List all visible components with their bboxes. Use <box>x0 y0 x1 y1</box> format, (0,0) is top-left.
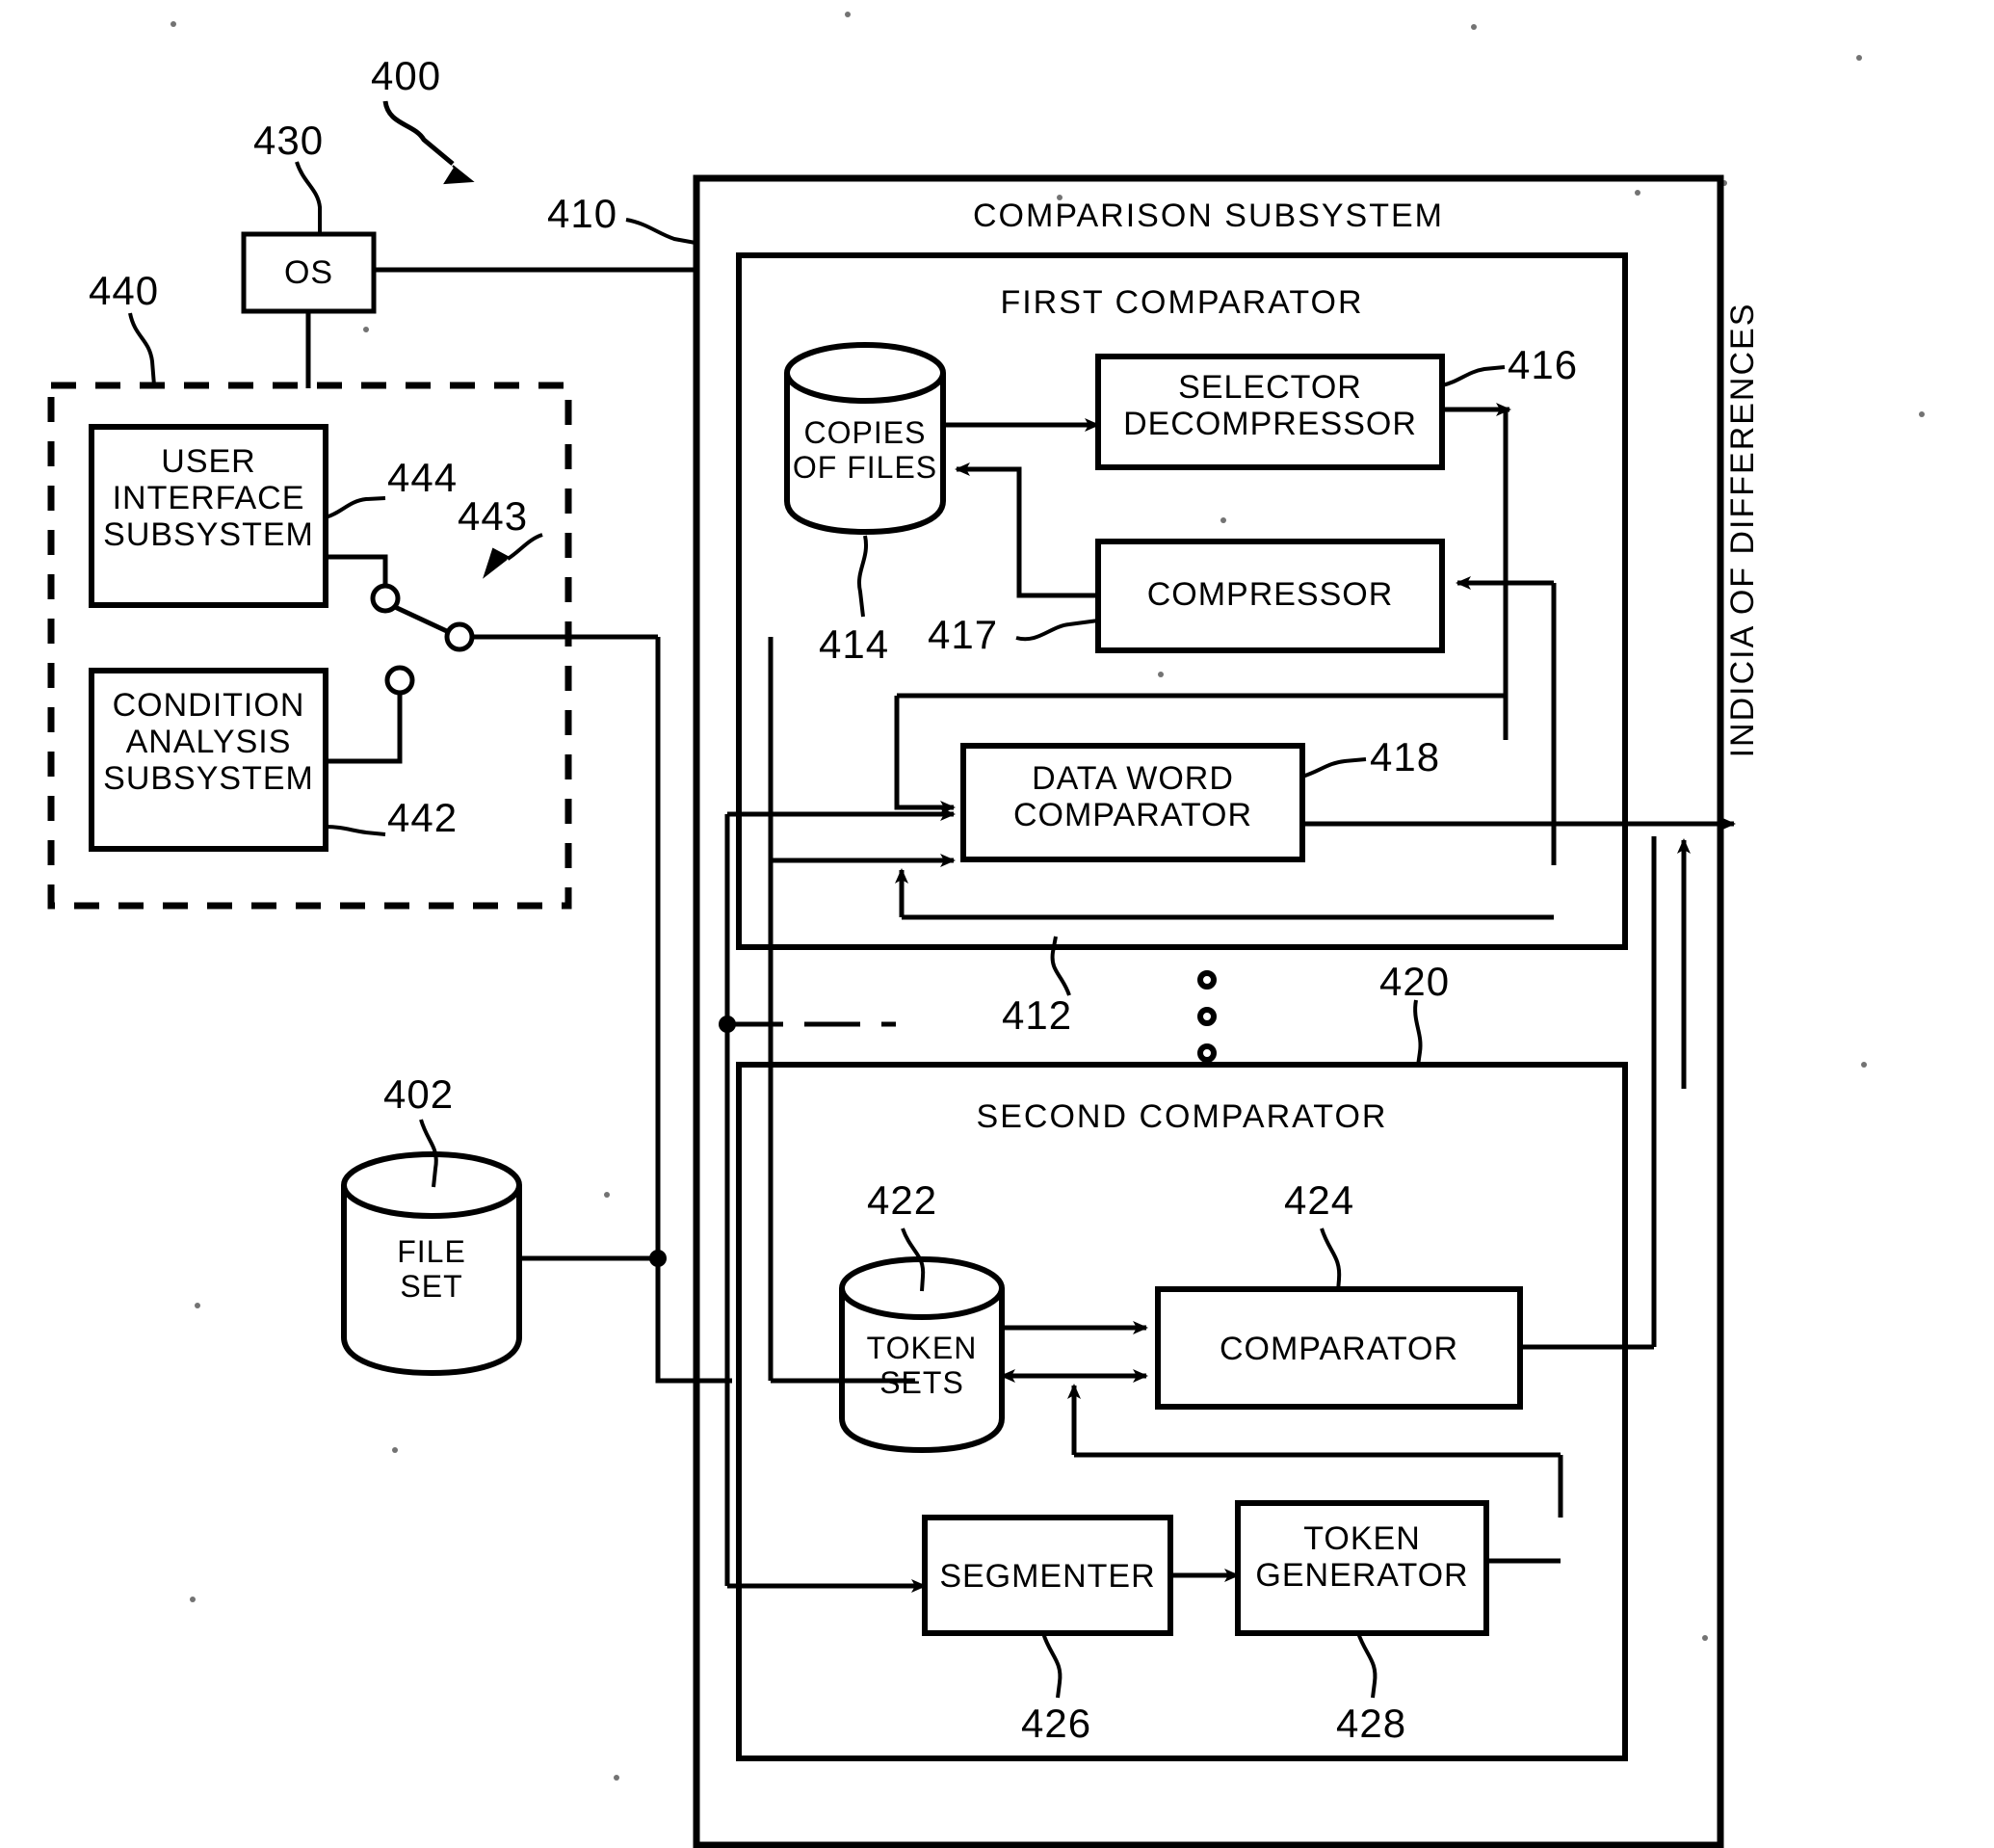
compressor-label: COMPRESSOR <box>1146 576 1394 613</box>
ref-417: 417 <box>928 612 999 657</box>
ref-426: 426 <box>1021 1701 1092 1746</box>
ref-443: 443 <box>458 493 529 539</box>
condition-analysis-subsystem-label: CONDITION ANALYSIS SUBSYSTEM <box>92 687 326 797</box>
copies-of-files-label: COPIES OF FILES <box>787 415 943 486</box>
ref-402: 402 <box>383 1071 455 1117</box>
file-set-text: FILE SET <box>397 1234 466 1304</box>
os-block-label: OS <box>283 254 334 291</box>
selector-decompressor-label: SELECTOR DECOMPRESSOR <box>1098 369 1442 442</box>
comparison-subsystem-title: COMPARISON SUBSYSTEM <box>973 198 1444 234</box>
ref-416: 416 <box>1508 342 1579 387</box>
ref-444: 444 <box>387 455 459 500</box>
patent-figure-canvas: 400 430 410 440 444 443 442 402 414 416 … <box>0 0 1994 1848</box>
data-word-comparator-label: DATA WORD COMPARATOR <box>963 760 1302 833</box>
ref-422: 422 <box>867 1177 938 1223</box>
ref-418: 418 <box>1370 734 1441 779</box>
selector-decompressor-text: SELECTOR DECOMPRESSOR <box>1123 369 1417 443</box>
ref-428: 428 <box>1336 1701 1407 1746</box>
ref-412: 412 <box>1002 992 1073 1038</box>
token-sets-label: TOKEN SETS <box>842 1331 1002 1401</box>
second-comparator-title: SECOND COMPARATOR <box>976 1098 1388 1135</box>
token-generator-label: TOKEN GENERATOR <box>1238 1520 1486 1594</box>
uis-line-1: USER INTERFACE SUBSYSTEM <box>103 443 314 554</box>
cas-line-1: CONDITION ANALYSIS SUBSYSTEM <box>103 687 314 798</box>
ref-420: 420 <box>1379 959 1451 1004</box>
file-set-label: FILE SET <box>344 1234 519 1305</box>
ref-400: 400 <box>371 53 442 98</box>
comparator-label: COMPARATOR <box>1219 1331 1459 1367</box>
ref-410: 410 <box>547 191 618 236</box>
token-generator-text: TOKEN GENERATOR <box>1255 1520 1469 1595</box>
ref-440: 440 <box>89 268 160 313</box>
first-comparator-title: FIRST COMPARATOR <box>1000 284 1364 321</box>
copies-of-files-text: COPIES OF FILES <box>792 415 938 485</box>
token-sets-text: TOKEN SETS <box>866 1331 978 1400</box>
indicia-of-differences-label: INDICIA OF DIFFERENCES <box>1724 302 1761 758</box>
data-word-comparator-text: DATA WORD COMPARATOR <box>1012 760 1253 834</box>
user-interface-subsystem-label: USER INTERFACE SUBSYSTEM <box>92 443 326 553</box>
ref-430: 430 <box>253 118 325 163</box>
segmenter-label: SEGMENTER <box>939 1558 1156 1595</box>
ref-442: 442 <box>387 795 459 840</box>
ref-414: 414 <box>819 621 890 667</box>
ref-424: 424 <box>1284 1177 1355 1223</box>
